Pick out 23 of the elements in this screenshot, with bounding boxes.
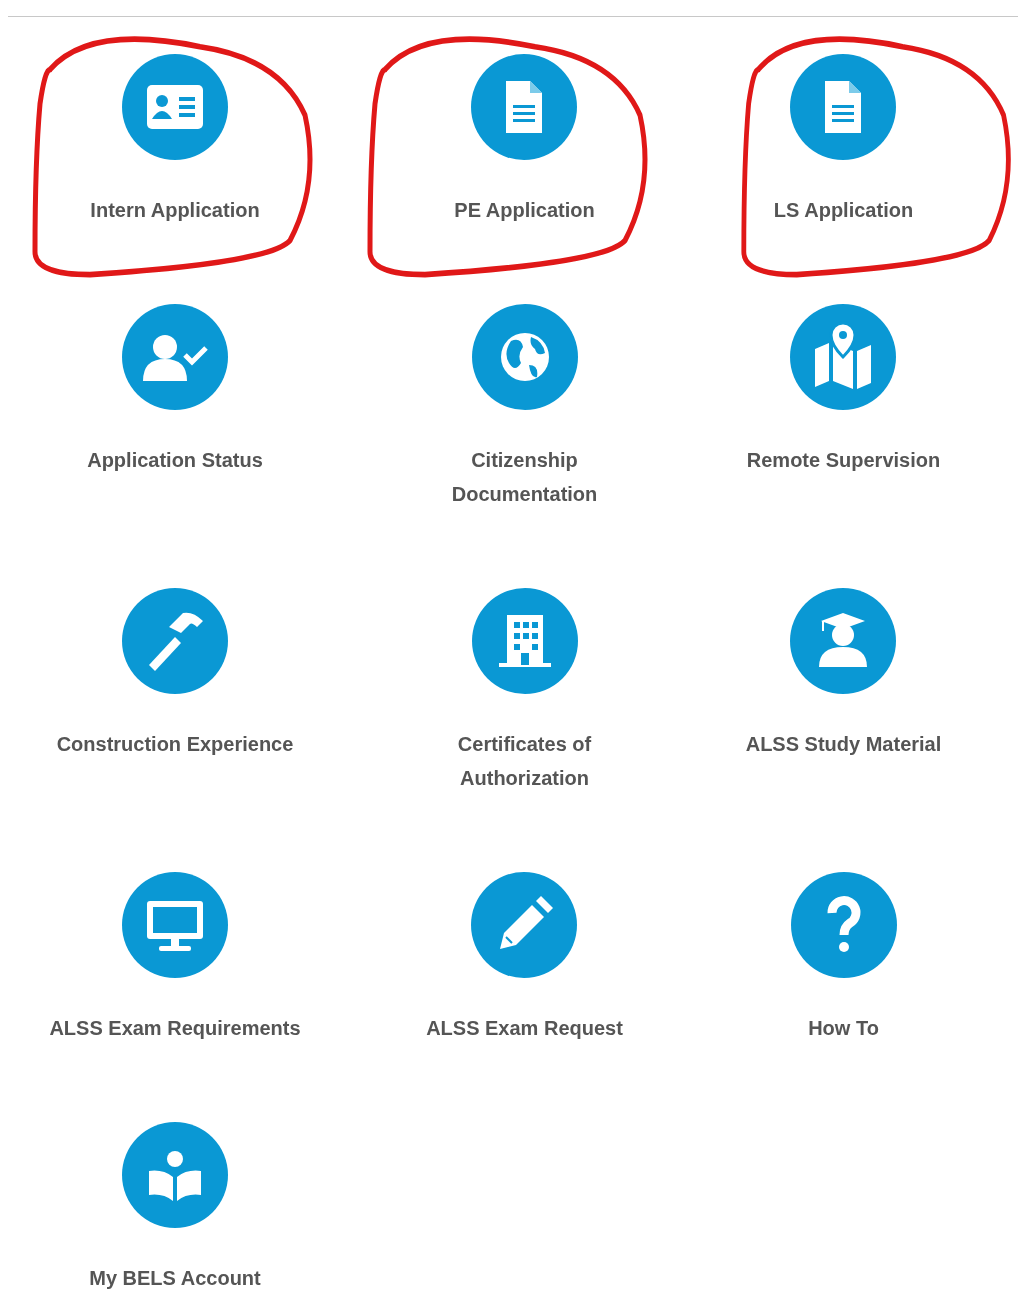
graduate-icon [790, 588, 897, 694]
monitor-icon [122, 872, 228, 978]
map-pin-icon [790, 304, 897, 410]
pencil-icon [471, 872, 578, 978]
globe-icon [471, 304, 578, 410]
document-icon [471, 54, 578, 160]
tile-link[interactable]: Certificates of Authorization [409, 588, 640, 795]
tile-link[interactable]: How To [790, 872, 897, 1045]
help-icon [790, 872, 897, 978]
id-card-icon [122, 54, 228, 160]
user-check-icon [122, 304, 228, 410]
tile-link[interactable]: Remote Supervision [746, 304, 941, 477]
building-icon [471, 588, 578, 694]
reader-icon [122, 1122, 228, 1228]
tile-link[interactable]: ALSS Exam Request [426, 872, 623, 1045]
tile-link[interactable]: Application Status [87, 304, 263, 477]
document-icon [790, 54, 897, 160]
tile-link[interactable]: ALSS Study Material [745, 588, 942, 761]
tile-link[interactable]: ALSS Exam Requirements [49, 872, 301, 1045]
tile-link[interactable]: Construction Experience [56, 588, 294, 761]
tile-link[interactable]: Citizenship Documentation [409, 304, 640, 511]
tile-link[interactable]: My BELS Account [89, 1122, 261, 1295]
hammer-icon [122, 588, 228, 694]
